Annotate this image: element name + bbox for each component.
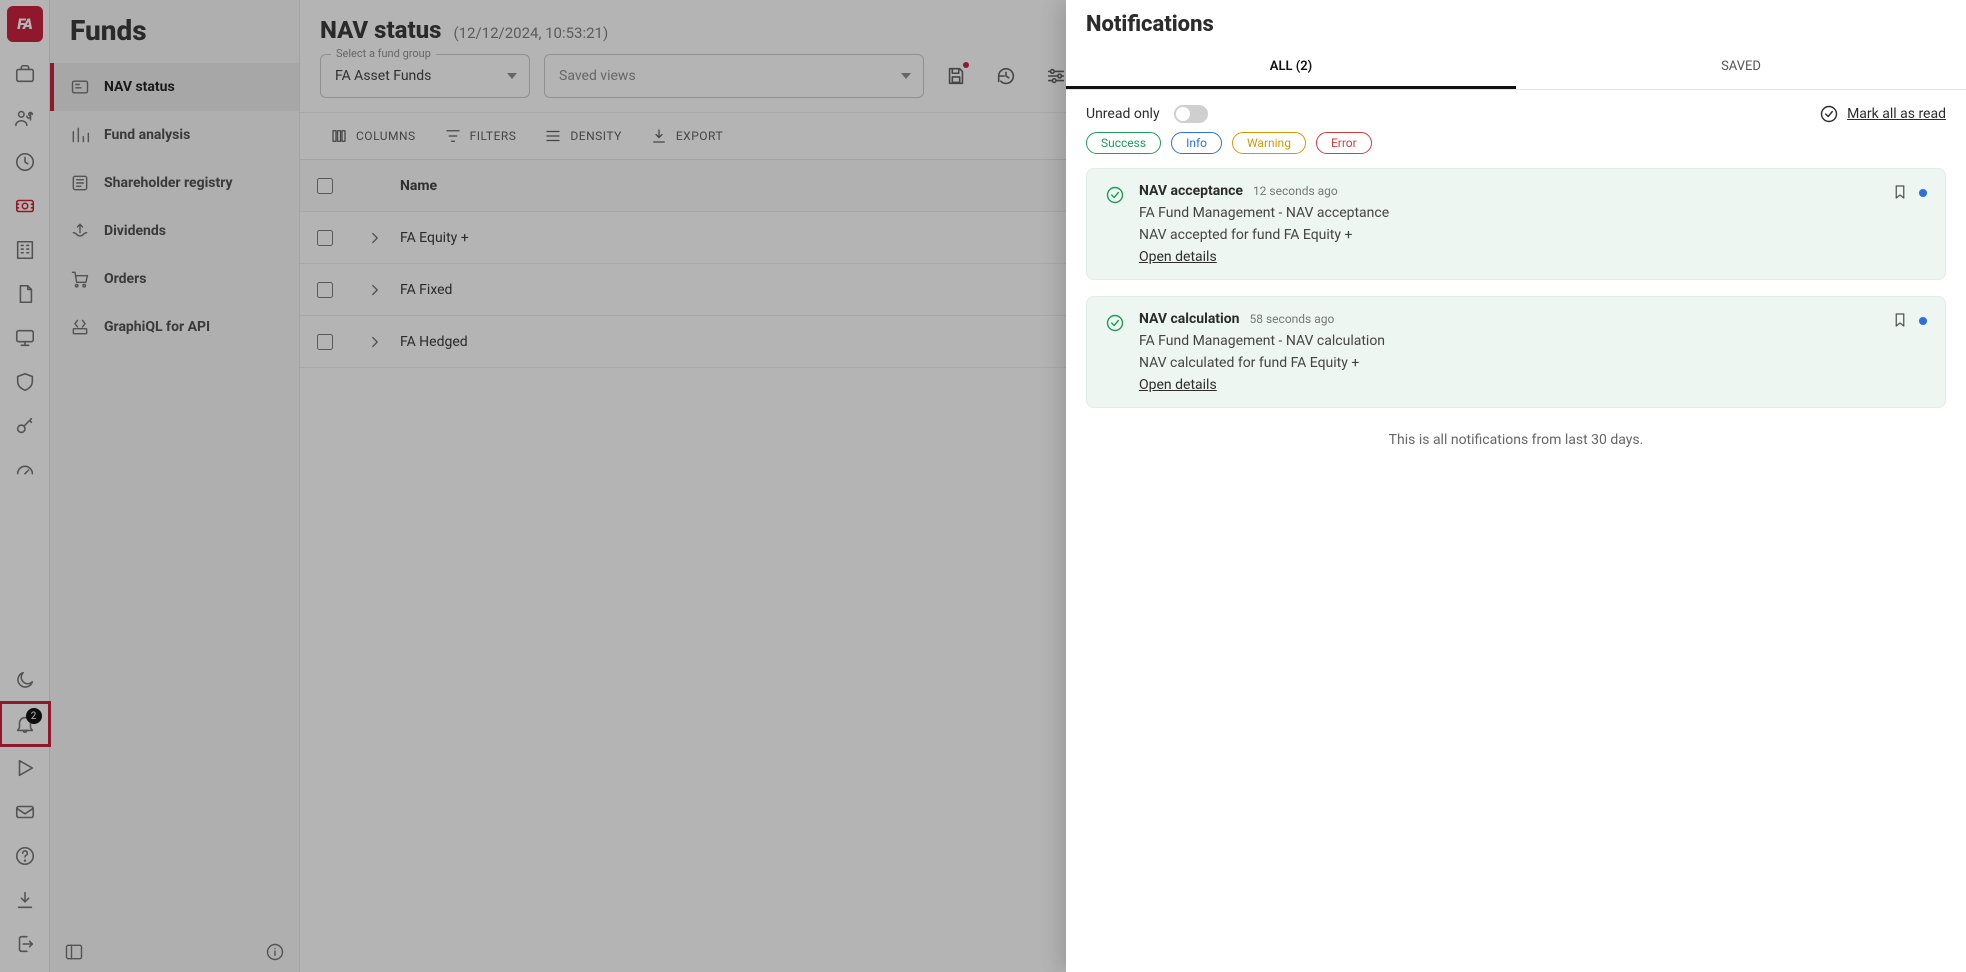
unsaved-indicator	[963, 62, 969, 68]
success-icon	[1105, 185, 1125, 265]
history-button[interactable]	[988, 58, 1024, 94]
row-checkbox[interactable]	[317, 230, 333, 246]
subnav-label: GraphiQL for API	[104, 319, 210, 335]
rail-shield-icon[interactable]	[0, 360, 50, 404]
row-checkbox[interactable]	[317, 334, 333, 350]
panel-tabs: ALL (2) SAVED	[1066, 47, 1966, 90]
save-view-button[interactable]	[938, 58, 974, 94]
success-icon	[1105, 313, 1125, 393]
notif-line: NAV calculated for fund FA Equity +	[1139, 355, 1877, 371]
unread-only-toggle[interactable]	[1174, 105, 1208, 123]
global-rail: FA 2	[0, 0, 50, 972]
notif-title: NAV acceptance	[1139, 183, 1243, 199]
notif-line: FA Fund Management - NAV calculation	[1139, 333, 1877, 349]
subnav-dividends[interactable]: Dividends	[50, 207, 299, 255]
info-icon[interactable]	[265, 942, 285, 962]
rail-funds-icon[interactable]	[0, 184, 50, 228]
rail-download-icon[interactable]	[0, 878, 50, 922]
rail-gauge-icon[interactable]	[0, 448, 50, 492]
notification-card: NAV calculation 58 seconds ago FA Fund M…	[1086, 296, 1946, 408]
rail-logout-icon[interactable]	[0, 922, 50, 966]
notification-card: NAV acceptance 12 seconds ago FA Fund Ma…	[1086, 168, 1946, 280]
unread-dot	[1919, 317, 1927, 325]
expand-row-icon[interactable]	[350, 229, 400, 247]
notif-line: NAV accepted for fund FA Equity +	[1139, 227, 1877, 243]
rail-mail-icon[interactable]	[0, 790, 50, 834]
subnav-fund-analysis[interactable]: Fund analysis	[50, 111, 299, 159]
rail-play-icon[interactable]	[0, 746, 50, 790]
fund-group-select[interactable]: Select a fund group FA Asset Funds	[320, 54, 530, 98]
select-all-checkbox[interactable]	[317, 178, 333, 194]
tab-all[interactable]: ALL (2)	[1066, 47, 1516, 89]
unread-dot	[1919, 189, 1927, 197]
panel-title: Notifications	[1066, 0, 1966, 47]
fund-group-label: Select a fund group	[331, 47, 436, 60]
expand-row-icon[interactable]	[350, 333, 400, 351]
rail-help-icon[interactable]	[0, 834, 50, 878]
rail-analytics-icon[interactable]	[0, 140, 50, 184]
export-button[interactable]: EXPORT	[640, 121, 733, 151]
rail-notifications-icon[interactable]: 2	[0, 702, 50, 746]
section-sidebar: Funds NAV status Fund analysis Sharehold…	[50, 0, 300, 972]
collapse-sidebar-icon[interactable]	[64, 942, 84, 962]
rail-people-dollar-icon[interactable]	[0, 96, 50, 140]
subnav-label: Orders	[104, 271, 146, 287]
notif-time: 12 seconds ago	[1253, 184, 1338, 198]
filters-button[interactable]: FILTERS	[434, 121, 527, 151]
open-details-link[interactable]: Open details	[1139, 249, 1217, 265]
app-logo[interactable]: FA	[7, 6, 43, 42]
open-details-link[interactable]: Open details	[1139, 377, 1217, 393]
subnav-label: Dividends	[104, 223, 166, 239]
subnav-shareholder-registry[interactable]: Shareholder registry	[50, 159, 299, 207]
notification-count-badge: 2	[26, 708, 42, 724]
filter-error[interactable]: Error	[1316, 132, 1372, 154]
subnav-orders[interactable]: Orders	[50, 255, 299, 303]
filter-warning[interactable]: Warning	[1232, 132, 1306, 154]
notifications-panel: Notifications ALL (2) SAVED Unread only …	[1066, 0, 1966, 972]
rail-monitor-icon[interactable]	[0, 316, 50, 360]
expand-row-icon[interactable]	[350, 281, 400, 299]
unread-only-label: Unread only	[1086, 106, 1160, 122]
row-checkbox[interactable]	[317, 282, 333, 298]
density-button[interactable]: DENSITY	[534, 121, 631, 151]
rail-document-icon[interactable]	[0, 272, 50, 316]
mark-all-read-button[interactable]: Mark all as read	[1819, 104, 1946, 124]
columns-button[interactable]: COLUMNS	[320, 121, 426, 151]
saved-views-placeholder: Saved views	[559, 68, 636, 84]
filter-success[interactable]: Success	[1086, 132, 1161, 154]
panel-footer-text: This is all notifications from last 30 d…	[1066, 408, 1966, 472]
notif-line: FA Fund Management - NAV acceptance	[1139, 205, 1877, 221]
subnav-label: Shareholder registry	[104, 175, 233, 191]
rail-building-icon[interactable]	[0, 228, 50, 272]
fund-group-value: FA Asset Funds	[335, 68, 431, 84]
subnav-label: Fund analysis	[104, 127, 190, 143]
page-timestamp: (12/12/2024, 10:53:21)	[453, 24, 608, 42]
notif-title: NAV calculation	[1139, 311, 1240, 327]
page-title: NAV status	[320, 16, 441, 44]
rail-key-icon[interactable]	[0, 404, 50, 448]
bookmark-icon[interactable]	[1891, 311, 1909, 329]
tab-saved[interactable]: SAVED	[1516, 47, 1966, 89]
rail-darkmode-icon[interactable]	[0, 658, 50, 702]
section-title: Funds	[50, 0, 299, 63]
notif-time: 58 seconds ago	[1250, 312, 1335, 326]
rail-portfolio-icon[interactable]	[0, 52, 50, 96]
subnav-nav-status[interactable]: NAV status	[50, 63, 299, 111]
saved-views-select[interactable]: Saved views	[544, 54, 924, 98]
subnav-graphiql[interactable]: GraphiQL for API	[50, 303, 299, 351]
check-circle-icon	[1819, 104, 1839, 124]
bookmark-icon[interactable]	[1891, 183, 1909, 201]
subnav-label: NAV status	[104, 79, 175, 95]
filter-info[interactable]: Info	[1171, 132, 1222, 154]
